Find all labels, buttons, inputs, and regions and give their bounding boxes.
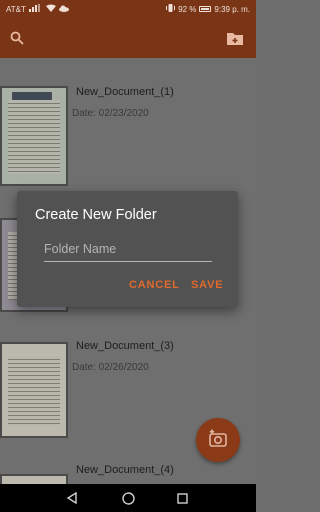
signal-icon [28, 4, 43, 14]
vibrate-icon [166, 4, 176, 14]
home-icon[interactable] [120, 490, 136, 506]
add-photo-button[interactable] [196, 418, 240, 462]
document-name: New_Document_(1) [76, 86, 174, 98]
back-icon[interactable] [64, 490, 80, 506]
navigation-bar [0, 484, 256, 512]
document-name: New_Document_(3) [76, 340, 174, 352]
document-thumbnail[interactable] [0, 86, 68, 186]
cancel-button[interactable]: CANCEL [129, 279, 180, 291]
battery-percent: 92 % [178, 4, 197, 14]
dialog-title: Create New Folder [35, 207, 157, 223]
list-item[interactable]: New_Document_(1) Date: 02/23/2020 [0, 86, 256, 186]
document-date: Date: 02/23/2020 [72, 108, 149, 119]
folder-name-input[interactable] [44, 240, 212, 262]
document-thumbnail[interactable] [0, 474, 68, 484]
wifi-icon [45, 4, 56, 14]
status-left: AT&T [6, 4, 69, 14]
status-bar: AT&T 92 % 9:39 p. m. [0, 0, 256, 18]
clock: 9:39 p. m. [214, 4, 250, 14]
carrier-label: AT&T [6, 4, 26, 14]
document-thumbnail[interactable] [0, 342, 68, 438]
app-bar [0, 18, 256, 58]
add-folder-icon[interactable] [226, 30, 244, 46]
recents-icon[interactable] [174, 490, 190, 506]
document-name: New_Document_(4) [76, 464, 174, 476]
status-right: 92 % 9:39 p. m. [166, 4, 250, 14]
list-item[interactable]: New_Document_(4) [0, 464, 256, 484]
battery-icon [199, 6, 212, 12]
cloud-icon [58, 5, 69, 14]
add-photo-icon [208, 429, 228, 452]
create-folder-dialog: Create New Folder CANCEL SAVE [17, 191, 238, 307]
search-icon[interactable] [10, 31, 24, 45]
document-date: Date: 02/26/2020 [72, 362, 149, 373]
save-button[interactable]: SAVE [191, 279, 223, 291]
